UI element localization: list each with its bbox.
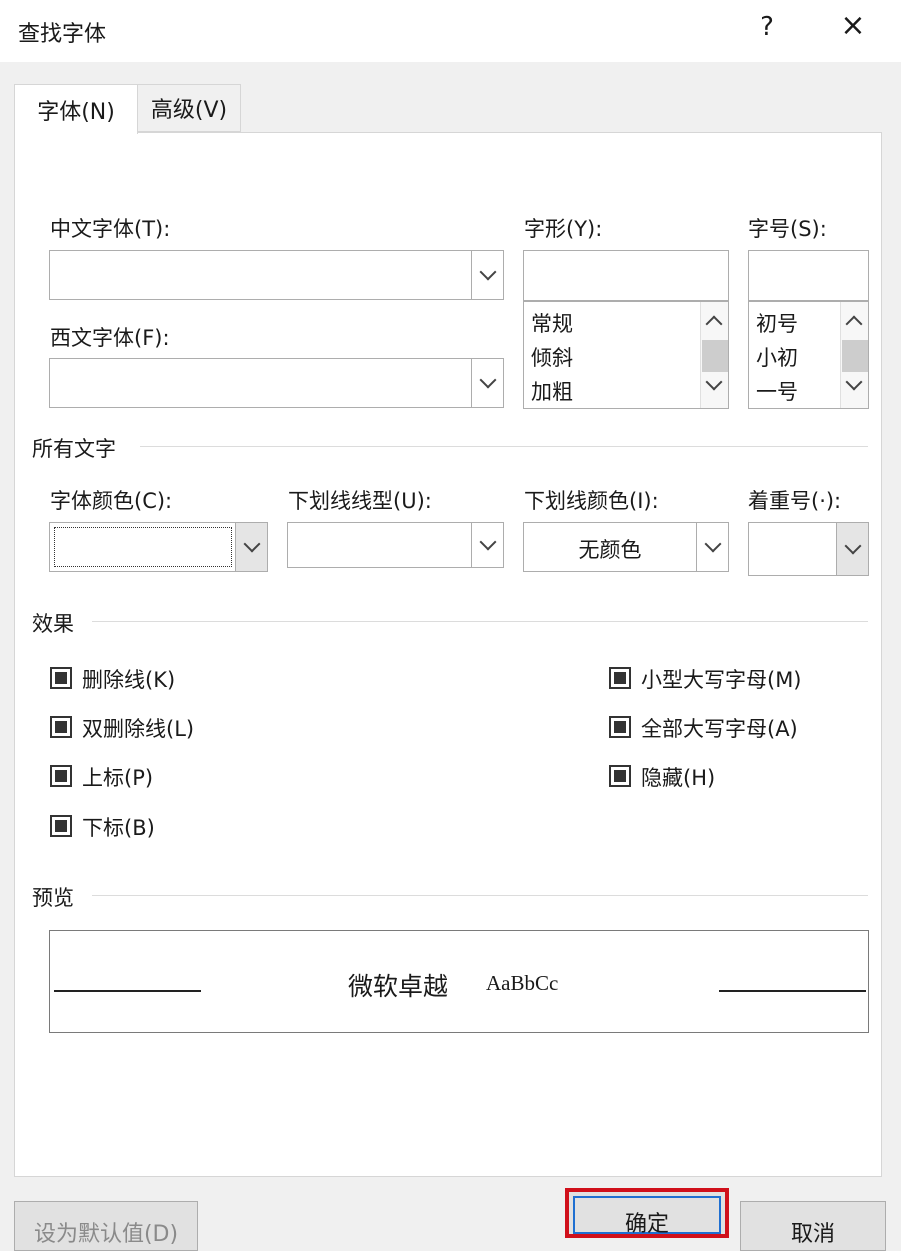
all-text-group-title: 所有文字 bbox=[32, 437, 116, 461]
underline-color-label: 下划线颜色(I): bbox=[524, 489, 659, 513]
preview-sample-en: AaBbCc bbox=[486, 971, 559, 995]
font-style-list[interactable]: 常规 倾斜 加粗 bbox=[523, 301, 729, 409]
close-icon[interactable]: × bbox=[835, 8, 871, 43]
font-style-label: 字形(Y): bbox=[524, 217, 603, 241]
tab-font-label: 字体(N) bbox=[37, 99, 115, 125]
checkbox-label: 全部大写字母(A) bbox=[641, 717, 798, 741]
font-color-dropdown-button[interactable] bbox=[235, 523, 267, 571]
checkbox-label: 小型大写字母(M) bbox=[641, 668, 802, 692]
chinese-font-label: 中文字体(T): bbox=[50, 217, 171, 241]
chevron-down-icon bbox=[479, 533, 496, 551]
checkbox-label: 下标(B) bbox=[82, 816, 155, 840]
checkbox-indeterminate-icon[interactable] bbox=[50, 765, 72, 787]
checkbox-indeterminate-icon[interactable] bbox=[50, 815, 72, 837]
preview-group-title: 预览 bbox=[32, 886, 74, 910]
dialog-title: 查找字体 bbox=[18, 22, 107, 47]
list-item-italic[interactable]: 倾斜 bbox=[531, 342, 573, 372]
focus-rect bbox=[54, 527, 232, 567]
font-size-label: 字号(S): bbox=[748, 217, 827, 241]
chinese-font-dropdown-button[interactable] bbox=[471, 251, 503, 299]
underline-color-value: 无颜色 bbox=[578, 538, 642, 562]
underline-style-label: 下划线线型(U): bbox=[288, 489, 432, 513]
cancel-button[interactable]: 取消 bbox=[740, 1201, 886, 1251]
font-color-combo[interactable] bbox=[49, 522, 268, 572]
list-item-size-1[interactable]: 小初 bbox=[756, 342, 798, 372]
effects-group-title: 效果 bbox=[32, 612, 74, 636]
font-size-list[interactable]: 初号 小初 一号 bbox=[748, 301, 869, 409]
chevron-down-icon bbox=[844, 537, 861, 555]
preview-right-line bbox=[719, 990, 866, 992]
chinese-font-combo[interactable] bbox=[49, 250, 504, 300]
checkbox-label: 双删除线(L) bbox=[82, 717, 195, 741]
preview-sample-cn: 微软卓越 bbox=[348, 972, 449, 1001]
checkbox-label: 隐藏(H) bbox=[641, 766, 716, 790]
set-default-button[interactable]: 设为默认值(D) bbox=[14, 1201, 198, 1251]
checkbox-indeterminate-icon[interactable] bbox=[50, 716, 72, 738]
chevron-down-icon bbox=[479, 263, 496, 281]
cancel-button-label: 取消 bbox=[790, 1222, 835, 1247]
western-font-label: 西文字体(F): bbox=[50, 326, 170, 350]
checkbox-label: 删除线(K) bbox=[82, 668, 176, 692]
font-color-label: 字体颜色(C): bbox=[50, 489, 173, 513]
divider bbox=[140, 446, 868, 447]
western-font-combo[interactable] bbox=[49, 358, 504, 408]
list-item-bold[interactable]: 加粗 bbox=[531, 376, 573, 406]
underline-style-combo[interactable] bbox=[287, 522, 504, 568]
emphasis-mark-dropdown-button[interactable] bbox=[836, 523, 868, 575]
list-item-size-2[interactable]: 一号 bbox=[756, 376, 798, 406]
tab-advanced-label: 高级(V) bbox=[150, 98, 228, 123]
tab-font[interactable]: 字体(N) bbox=[14, 84, 138, 134]
chevron-up-icon[interactable] bbox=[845, 312, 863, 333]
help-icon[interactable]: ? bbox=[752, 12, 782, 42]
list-item-regular[interactable]: 常规 bbox=[531, 308, 573, 338]
font-style-scrollbar[interactable] bbox=[700, 302, 728, 408]
checkbox-indeterminate-icon[interactable] bbox=[609, 765, 631, 787]
checkbox-label: 上标(P) bbox=[82, 766, 154, 790]
checkbox-indeterminate-icon[interactable] bbox=[609, 667, 631, 689]
scrollbar-thumb[interactable] bbox=[842, 340, 868, 372]
scrollbar-thumb[interactable] bbox=[702, 340, 728, 372]
western-font-dropdown-button[interactable] bbox=[471, 359, 503, 407]
chevron-down-icon bbox=[243, 535, 260, 553]
underline-color-dropdown-button[interactable] bbox=[696, 523, 728, 571]
ok-button-label: 确定 bbox=[624, 1212, 669, 1237]
font-size-input[interactable] bbox=[748, 250, 869, 301]
chevron-down-icon[interactable] bbox=[845, 373, 863, 391]
underline-color-combo[interactable]: 无颜色 bbox=[523, 522, 729, 572]
underline-style-dropdown-button[interactable] bbox=[471, 523, 503, 567]
ok-button[interactable]: 确定 bbox=[565, 1188, 729, 1238]
checkbox-indeterminate-icon[interactable] bbox=[50, 667, 72, 689]
list-item-size-0[interactable]: 初号 bbox=[756, 308, 798, 338]
chevron-down-icon bbox=[479, 371, 496, 389]
tab-advanced[interactable]: 高级(V) bbox=[137, 84, 241, 132]
chevron-down-icon bbox=[704, 535, 721, 553]
checkbox-indeterminate-icon[interactable] bbox=[609, 716, 631, 738]
emphasis-mark-combo[interactable] bbox=[748, 522, 869, 576]
divider bbox=[92, 895, 868, 896]
preview-box: 微软卓越 AaBbCc bbox=[49, 930, 869, 1033]
chevron-up-icon[interactable] bbox=[705, 312, 723, 333]
set-default-button-label: 设为默认值(D) bbox=[33, 1222, 179, 1247]
font-style-input[interactable] bbox=[523, 250, 729, 301]
chevron-down-icon[interactable] bbox=[705, 373, 723, 391]
preview-left-line bbox=[54, 990, 201, 992]
divider bbox=[92, 621, 868, 622]
emphasis-mark-label: 着重号(·): bbox=[748, 489, 842, 513]
font-size-scrollbar[interactable] bbox=[840, 302, 868, 408]
